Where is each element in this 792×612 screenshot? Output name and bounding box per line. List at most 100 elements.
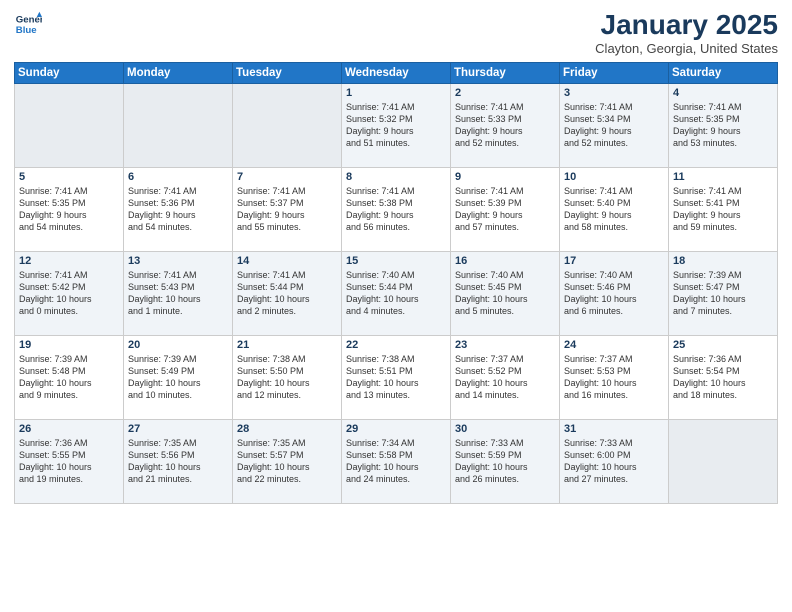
day-number: 2 [455, 87, 555, 99]
day-number: 10 [564, 171, 664, 183]
calendar-cell: 6 Sunrise: 7:41 AM Sunset: 5:36 PM Daylig… [124, 167, 233, 251]
cell-text: Sunrise: 7:40 AM Sunset: 5:44 PM Dayligh… [346, 269, 446, 318]
cell-text: Sunrise: 7:38 AM Sunset: 5:51 PM Dayligh… [346, 353, 446, 402]
page: General Blue January 2025 Clayton, Georg… [0, 0, 792, 612]
day-number: 22 [346, 339, 446, 351]
weekday-header-row: SundayMondayTuesdayWednesdayThursdayFrid… [15, 62, 778, 83]
calendar-cell: 4 Sunrise: 7:41 AM Sunset: 5:35 PM Daylig… [669, 83, 778, 167]
cell-text: Sunrise: 7:35 AM Sunset: 5:57 PM Dayligh… [237, 437, 337, 486]
cell-text: Sunrise: 7:41 AM Sunset: 5:37 PM Dayligh… [237, 185, 337, 234]
header: General Blue January 2025 Clayton, Georg… [14, 10, 778, 56]
cell-text: Sunrise: 7:41 AM Sunset: 5:44 PM Dayligh… [237, 269, 337, 318]
month-title: January 2025 [595, 10, 778, 41]
day-number: 20 [128, 339, 228, 351]
cell-text: Sunrise: 7:41 AM Sunset: 5:36 PM Dayligh… [128, 185, 228, 234]
cell-text: Sunrise: 7:34 AM Sunset: 5:58 PM Dayligh… [346, 437, 446, 486]
calendar-cell [15, 83, 124, 167]
day-number: 28 [237, 423, 337, 435]
cell-text: Sunrise: 7:41 AM Sunset: 5:38 PM Dayligh… [346, 185, 446, 234]
svg-text:Blue: Blue [16, 25, 37, 36]
cell-text: Sunrise: 7:41 AM Sunset: 5:34 PM Dayligh… [564, 101, 664, 150]
calendar-cell: 26 Sunrise: 7:36 AM Sunset: 5:55 PM Dayli… [15, 419, 124, 503]
calendar-cell: 21Sunrise: 7:38 AM Sunset: 5:50 PM Dayli… [233, 335, 342, 419]
cell-text: Sunrise: 7:41 AM Sunset: 5:43 PM Dayligh… [128, 269, 228, 318]
calendar-cell [669, 419, 778, 503]
cell-text: Sunrise: 7:38 AM Sunset: 5:50 PM Dayligh… [237, 353, 337, 402]
day-number: 23 [455, 339, 555, 351]
weekday-header-sunday: Sunday [15, 62, 124, 83]
calendar-cell: 5 Sunrise: 7:41 AM Sunset: 5:35 PM Daylig… [15, 167, 124, 251]
calendar-week-row: 1 Sunrise: 7:41 AM Sunset: 5:32 PM Daylig… [15, 83, 778, 167]
day-number: 5 [19, 171, 119, 183]
calendar-week-row: 5 Sunrise: 7:41 AM Sunset: 5:35 PM Daylig… [15, 167, 778, 251]
day-number: 27 [128, 423, 228, 435]
cell-text: Sunrise: 7:41 AM Sunset: 5:35 PM Dayligh… [19, 185, 119, 234]
cell-text: Sunrise: 7:36 AM Sunset: 5:54 PM Dayligh… [673, 353, 773, 402]
day-number: 26 [19, 423, 119, 435]
day-number: 17 [564, 255, 664, 267]
day-number: 29 [346, 423, 446, 435]
calendar-cell: 3 Sunrise: 7:41 AM Sunset: 5:34 PM Daylig… [560, 83, 669, 167]
day-number: 4 [673, 87, 773, 99]
calendar-week-row: 19Sunrise: 7:39 AM Sunset: 5:48 PM Dayli… [15, 335, 778, 419]
weekday-header-thursday: Thursday [451, 62, 560, 83]
weekday-header-friday: Friday [560, 62, 669, 83]
weekday-header-saturday: Saturday [669, 62, 778, 83]
calendar-cell: 11 Sunrise: 7:41 AM Sunset: 5:41 PM Dayli… [669, 167, 778, 251]
calendar-cell: 29 Sunrise: 7:34 AM Sunset: 5:58 PM Dayli… [342, 419, 451, 503]
day-number: 11 [673, 171, 773, 183]
cell-text: Sunrise: 7:37 AM Sunset: 5:53 PM Dayligh… [564, 353, 664, 402]
calendar-week-row: 26 Sunrise: 7:36 AM Sunset: 5:55 PM Dayli… [15, 419, 778, 503]
calendar-week-row: 12Sunrise: 7:41 AM Sunset: 5:42 PM Dayli… [15, 251, 778, 335]
day-number: 6 [128, 171, 228, 183]
calendar-cell: 19Sunrise: 7:39 AM Sunset: 5:48 PM Dayli… [15, 335, 124, 419]
weekday-header-monday: Monday [124, 62, 233, 83]
day-number: 16 [455, 255, 555, 267]
calendar-cell: 22 Sunrise: 7:38 AM Sunset: 5:51 PM Dayli… [342, 335, 451, 419]
day-number: 3 [564, 87, 664, 99]
calendar-cell: 10 Sunrise: 7:41 AM Sunset: 5:40 PM Dayli… [560, 167, 669, 251]
calendar-cell: 8 Sunrise: 7:41 AM Sunset: 5:38 PM Daylig… [342, 167, 451, 251]
cell-text: Sunrise: 7:41 AM Sunset: 5:33 PM Dayligh… [455, 101, 555, 150]
calendar-cell: 2 Sunrise: 7:41 AM Sunset: 5:33 PM Daylig… [451, 83, 560, 167]
day-number: 18 [673, 255, 773, 267]
cell-text: Sunrise: 7:40 AM Sunset: 5:45 PM Dayligh… [455, 269, 555, 318]
day-number: 31 [564, 423, 664, 435]
cell-text: Sunrise: 7:41 AM Sunset: 5:32 PM Dayligh… [346, 101, 446, 150]
cell-text: Sunrise: 7:39 AM Sunset: 5:47 PM Dayligh… [673, 269, 773, 318]
calendar-cell: 25 Sunrise: 7:36 AM Sunset: 5:54 PM Dayli… [669, 335, 778, 419]
cell-text: Sunrise: 7:39 AM Sunset: 5:49 PM Dayligh… [128, 353, 228, 402]
day-number: 30 [455, 423, 555, 435]
calendar-cell: 24 Sunrise: 7:37 AM Sunset: 5:53 PM Dayli… [560, 335, 669, 419]
calendar-cell: 17Sunrise: 7:40 AM Sunset: 5:46 PM Dayli… [560, 251, 669, 335]
day-number: 8 [346, 171, 446, 183]
cell-text: Sunrise: 7:41 AM Sunset: 5:40 PM Dayligh… [564, 185, 664, 234]
calendar-cell: 18 Sunrise: 7:39 AM Sunset: 5:47 PM Dayli… [669, 251, 778, 335]
calendar-cell: 15Sunrise: 7:40 AM Sunset: 5:44 PM Dayli… [342, 251, 451, 335]
day-number: 13 [128, 255, 228, 267]
cell-text: Sunrise: 7:41 AM Sunset: 5:39 PM Dayligh… [455, 185, 555, 234]
day-number: 1 [346, 87, 446, 99]
calendar-cell [124, 83, 233, 167]
weekday-header-wednesday: Wednesday [342, 62, 451, 83]
calendar-cell: 7 Sunrise: 7:41 AM Sunset: 5:37 PM Daylig… [233, 167, 342, 251]
calendar-cell: 30 Sunrise: 7:33 AM Sunset: 5:59 PM Dayli… [451, 419, 560, 503]
cell-text: Sunrise: 7:41 AM Sunset: 5:42 PM Dayligh… [19, 269, 119, 318]
calendar-cell: 31Sunrise: 7:33 AM Sunset: 6:00 PM Dayli… [560, 419, 669, 503]
day-number: 24 [564, 339, 664, 351]
day-number: 19 [19, 339, 119, 351]
cell-text: Sunrise: 7:41 AM Sunset: 5:35 PM Dayligh… [673, 101, 773, 150]
weekday-header-tuesday: Tuesday [233, 62, 342, 83]
day-number: 25 [673, 339, 773, 351]
calendar-cell: 16 Sunrise: 7:40 AM Sunset: 5:45 PM Dayli… [451, 251, 560, 335]
calendar-cell: 14Sunrise: 7:41 AM Sunset: 5:44 PM Dayli… [233, 251, 342, 335]
cell-text: Sunrise: 7:36 AM Sunset: 5:55 PM Dayligh… [19, 437, 119, 486]
day-number: 9 [455, 171, 555, 183]
day-number: 7 [237, 171, 337, 183]
cell-text: Sunrise: 7:33 AM Sunset: 5:59 PM Dayligh… [455, 437, 555, 486]
cell-text: Sunrise: 7:41 AM Sunset: 5:41 PM Dayligh… [673, 185, 773, 234]
calendar-cell: 1 Sunrise: 7:41 AM Sunset: 5:32 PM Daylig… [342, 83, 451, 167]
calendar-table: SundayMondayTuesdayWednesdayThursdayFrid… [14, 62, 778, 504]
calendar-cell: 9 Sunrise: 7:41 AM Sunset: 5:39 PM Daylig… [451, 167, 560, 251]
cell-text: Sunrise: 7:37 AM Sunset: 5:52 PM Dayligh… [455, 353, 555, 402]
